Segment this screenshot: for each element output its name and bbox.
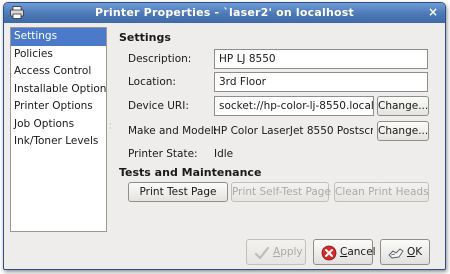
tests-section-title: Tests and Maintenance [119,166,262,179]
device-uri-label: Device URI: [128,100,189,112]
sidebar-item-installable-options[interactable]: Installable Options [11,81,106,99]
checkmark-icon [254,246,270,260]
pane-resize-handle[interactable]: · · [109,121,113,133]
location-field[interactable]: 3rd Floor [214,72,428,92]
print-test-page-button[interactable]: Print Test Page [128,182,228,202]
make-model-label: Make and Model: [128,125,218,137]
description-field[interactable]: HP LJ 8550 [214,49,428,69]
ok-button[interactable]: OK [380,239,430,265]
settings-section-title: Settings [119,31,171,44]
description-label: Description: [128,53,192,65]
sidebar-item-policies[interactable]: Policies [11,46,106,64]
apply-button[interactable]: Apply [246,239,306,265]
clean-print-heads-button[interactable]: Clean Print Heads [334,182,429,202]
ok-label: OK [407,246,423,258]
make-model-value: HP Color LaserJet 8550 Postscript [213,125,373,137]
sidebar-list: Settings Policies Access Control Install… [10,27,107,232]
close-icon[interactable]: × [426,6,440,20]
apply-label: Apply [273,246,303,258]
window-title: Printer Properties - `laser2' on localho… [95,6,354,19]
cancel-icon [321,245,337,261]
sidebar-item-settings[interactable]: Settings [11,28,106,46]
printer-state-value: Idle [214,148,234,160]
cancel-label: Cancel [340,246,376,258]
ok-icon [388,248,404,259]
printer-properties-dialog: Printer Properties - `laser2' on localho… [3,2,446,270]
sidebar-item-ink-toner-levels[interactable]: Ink/Toner Levels [11,133,106,151]
sidebar-item-access-control[interactable]: Access Control [11,63,106,81]
device-uri-field[interactable]: socket://hp-color-lj-8550.localnet [214,96,374,116]
printer-state-label: Printer State: [128,148,198,160]
device-uri-change-button[interactable]: Change... [377,96,429,116]
make-model-change-button[interactable]: Change... [377,121,429,141]
sidebar-item-job-options[interactable]: Job Options [11,116,106,134]
print-self-test-page-button[interactable]: Print Self-Test Page [231,182,331,202]
sidebar-item-printer-options[interactable]: Printer Options [11,98,106,116]
location-label: Location: [128,76,176,88]
cancel-button[interactable]: Cancel [313,239,376,265]
title-bar[interactable]: Printer Properties - `laser2' on localho… [4,3,445,23]
